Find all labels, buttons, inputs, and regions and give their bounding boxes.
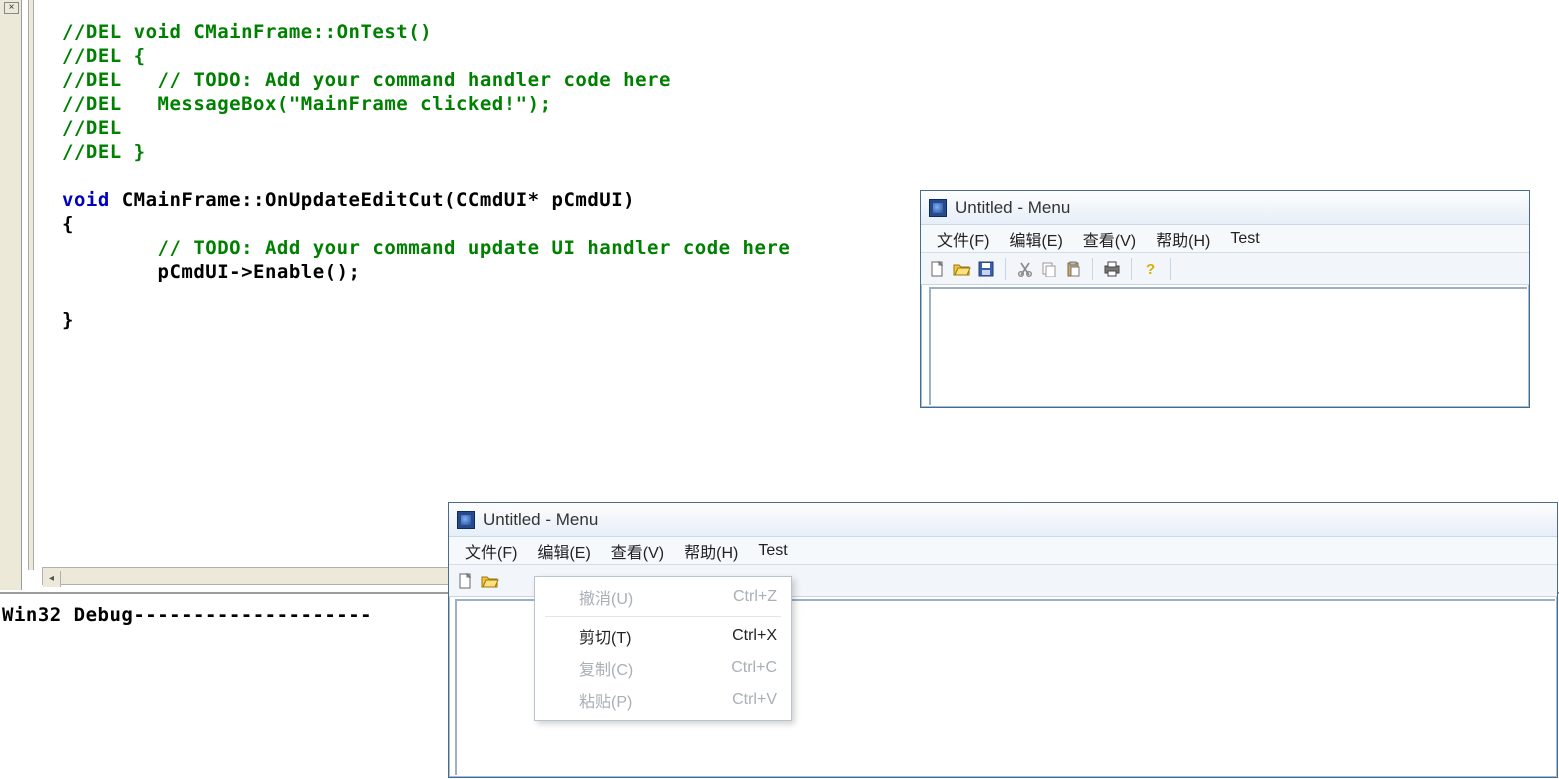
menu-item-shortcut: Ctrl+X [712, 627, 777, 645]
code-brace: { [62, 213, 74, 235]
print-icon[interactable] [1101, 258, 1123, 280]
toolbar-divider [1092, 258, 1093, 280]
client-area[interactable] [929, 287, 1527, 405]
new-file-icon[interactable] [927, 258, 949, 280]
menu-edit[interactable]: 编辑(E) [527, 536, 600, 566]
menu-item-shortcut: Ctrl+V [712, 691, 777, 709]
code-line: //DEL } [62, 141, 146, 163]
menu-test[interactable]: Test [1220, 227, 1269, 251]
titlebar[interactable]: Untitled - Menu [449, 503, 1557, 537]
menu-file[interactable]: 文件(F) [455, 536, 527, 566]
menu-file[interactable]: 文件(F) [927, 224, 999, 254]
menu-item-label: 剪切(T) [579, 624, 631, 648]
code-fn-sig: CMainFrame::OnUpdateEditCut(CCmdUI* pCmd… [110, 189, 635, 211]
menu-help[interactable]: 帮助(H) [1146, 224, 1220, 254]
code-line: //DEL { [62, 45, 146, 67]
app-window-small[interactable]: Untitled - Menu 文件(F) 编辑(E) 查看(V) 帮助(H) … [920, 190, 1530, 408]
menubar[interactable]: 文件(F) 编辑(E) 查看(V) 帮助(H) Test [449, 537, 1557, 565]
editor-margin-bar [28, 0, 34, 570]
editor-gutter: × [0, 0, 22, 590]
menu-edit[interactable]: 编辑(E) [999, 224, 1072, 254]
window-title: Untitled - Menu [955, 198, 1070, 218]
menu-test[interactable]: Test [748, 539, 797, 563]
menu-item-label: 撤消(U) [579, 585, 633, 609]
paste-icon[interactable] [1062, 258, 1084, 280]
menu-help[interactable]: 帮助(H) [674, 536, 748, 566]
save-icon[interactable] [975, 258, 997, 280]
open-folder-icon[interactable] [951, 258, 973, 280]
new-file-icon[interactable] [455, 570, 477, 592]
menu-item-undo[interactable]: 撤消(U) Ctrl+Z [535, 581, 791, 613]
code-line: //DEL MessageBox("MainFrame clicked!"); [62, 93, 552, 115]
window-title: Untitled - Menu [483, 510, 598, 530]
menubar[interactable]: 文件(F) 编辑(E) 查看(V) 帮助(H) Test [921, 225, 1529, 253]
open-folder-icon[interactable] [479, 570, 501, 592]
code-stmt: pCmdUI->Enable(); [62, 261, 360, 283]
titlebar[interactable]: Untitled - Menu [921, 191, 1529, 225]
code-comment: // TODO: Add your command update UI hand… [62, 237, 790, 259]
keyword-void: void [62, 189, 110, 211]
menu-item-shortcut: Ctrl+Z [713, 588, 777, 606]
code-line: //DEL [62, 117, 122, 139]
toolbar[interactable]: ? [921, 253, 1529, 285]
build-output-line: Win32 Debug-------------------- [0, 604, 450, 626]
edit-dropdown-menu[interactable]: 撤消(U) Ctrl+Z 剪切(T) Ctrl+X 复制(C) Ctrl+C 粘… [534, 576, 792, 721]
code-line: //DEL void CMainFrame::OnTest() [62, 21, 432, 43]
menu-item-label: 粘贴(P) [579, 688, 632, 712]
code-brace: } [62, 309, 74, 331]
copy-icon[interactable] [1038, 258, 1060, 280]
app-icon [929, 199, 947, 217]
toolbar-divider [1131, 258, 1132, 280]
scroll-left-icon[interactable]: ◂ [43, 571, 61, 587]
cut-icon[interactable] [1014, 258, 1036, 280]
pane-close-button[interactable]: × [4, 2, 19, 14]
menu-item-paste[interactable]: 粘贴(P) Ctrl+V [535, 684, 791, 716]
menu-item-label: 复制(C) [579, 656, 633, 680]
toolbar-divider [1170, 258, 1171, 280]
menu-view[interactable]: 查看(V) [601, 536, 674, 566]
app-icon [457, 511, 475, 529]
code-line: //DEL // TODO: Add your command handler … [62, 69, 671, 91]
svg-text:?: ? [1146, 261, 1155, 277]
help-icon[interactable]: ? [1140, 258, 1162, 280]
menu-view[interactable]: 查看(V) [1073, 224, 1146, 254]
menu-item-copy[interactable]: 复制(C) Ctrl+C [535, 652, 791, 684]
menu-separator [545, 616, 781, 617]
toolbar-divider [1005, 258, 1006, 280]
menu-item-shortcut: Ctrl+C [711, 659, 777, 677]
menu-item-cut[interactable]: 剪切(T) Ctrl+X [535, 620, 791, 652]
